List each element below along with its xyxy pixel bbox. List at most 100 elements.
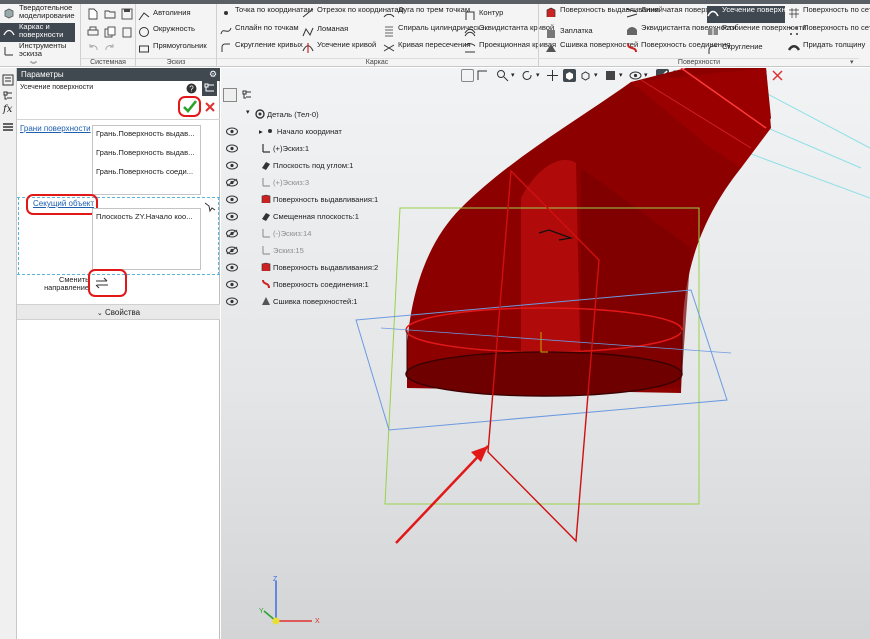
apply-check-icon[interactable] <box>182 99 197 114</box>
tree-item-label: (+)Эскиз:1 <box>273 144 310 153</box>
group-dropdown-icon[interactable]: ▾ <box>850 58 854 66</box>
faces-list-item[interactable]: Грань.Поверхность выдав... <box>93 126 200 145</box>
paste-icon[interactable] <box>121 26 133 38</box>
tree-expand-icon[interactable]: ▾ <box>246 108 250 116</box>
extrude-surface-icon <box>546 7 556 17</box>
patch-icon <box>547 30 555 38</box>
tree-item[interactable]: ▸ Начало координат <box>259 125 342 138</box>
parameters-icon[interactable] <box>2 74 14 86</box>
faces-list-item[interactable]: Грань.Поверхность соеди... <box>93 164 200 183</box>
faces-link[interactable]: Грани поверхности <box>20 124 91 133</box>
arc-three-points-button[interactable]: Дуга по трем точкам <box>383 6 470 20</box>
autoline-button[interactable]: Автолиния <box>138 9 191 23</box>
tree-item[interactable]: Эскиз:15 <box>261 244 304 257</box>
sketch-icon <box>262 144 270 153</box>
cutter-list-item[interactable]: Плоскость ZY.Начало коо... <box>93 209 200 228</box>
curve-net-icon <box>789 8 799 18</box>
cutter-list[interactable]: Плоскость ZY.Начало коо... <box>92 208 201 270</box>
faces-list-item[interactable]: Грань.Поверхность выдав... <box>93 145 200 164</box>
tree-item[interactable]: Смещенная плоскость:1 <box>261 210 359 223</box>
variables-icon[interactable]: fx <box>3 104 12 115</box>
save-icon[interactable] <box>121 8 133 20</box>
tree-view-icon[interactable] <box>202 81 217 96</box>
rectangle-icon <box>139 45 149 53</box>
cutter-link[interactable]: Секущий объект <box>33 199 94 208</box>
faces-list[interactable]: Грань.Поверхность выдав... Грань.Поверхн… <box>92 125 201 195</box>
intersection-curve-icon <box>383 44 395 52</box>
intersection-curve-label: Кривая пересечения <box>398 40 471 49</box>
surface-by-point-net-button[interactable]: Поверхность по сети точек <box>788 24 870 38</box>
tree-item[interactable]: (-)Эскиз:14 <box>261 227 311 240</box>
trim-surface-button[interactable]: Усечение поверхности <box>707 6 801 23</box>
curve-fillet-button[interactable]: Скругление кривых <box>220 41 303 55</box>
open-folder-icon[interactable] <box>104 8 116 20</box>
point-by-coords-button[interactable]: Точка по координатам <box>220 6 313 20</box>
trim-curve-button[interactable]: Усечение кривой <box>302 41 376 55</box>
contour-button[interactable]: Контур <box>464 9 503 23</box>
gear-icon[interactable]: ⚙ <box>209 69 217 80</box>
polyline-button[interactable]: Ломаная <box>302 25 348 39</box>
patch-label: Заплатка <box>560 26 593 35</box>
stitch-icon <box>546 44 556 52</box>
mode-surfaces[interactable]: Каркас и поверхности <box>0 23 75 42</box>
properties-section[interactable]: ⌄ Свойства <box>17 304 220 320</box>
visibility-eye-icon[interactable] <box>226 161 238 170</box>
tree-item[interactable]: (+)Эскиз:1 <box>261 142 309 155</box>
tree-structure-icon[interactable] <box>241 89 253 101</box>
circle-button[interactable]: Окружность <box>138 25 195 39</box>
stitch-surfaces-button[interactable]: Сшивка поверхностей <box>545 41 638 55</box>
tree-item[interactable]: Поверхность соединения:1 <box>261 278 369 291</box>
visibility-eye-icon[interactable] <box>226 297 238 306</box>
print-icon[interactable] <box>87 26 99 38</box>
visibility-eye-icon[interactable] <box>226 127 238 136</box>
patch-button[interactable]: Заплатка <box>545 27 593 41</box>
tree-item[interactable]: Поверхность выдавливания:2 <box>261 261 378 274</box>
fillet-button[interactable]: Скругление <box>707 43 763 57</box>
layers-icon[interactable] <box>2 121 14 133</box>
visibility-eye-icon[interactable] <box>226 229 238 238</box>
mode-sketch-tools[interactable]: Инструменты эскиза <box>0 42 75 61</box>
visibility-eye-icon[interactable] <box>226 246 238 255</box>
new-file-icon[interactable] <box>87 8 99 20</box>
fillet-label: Скругление <box>722 42 763 51</box>
segment-icon <box>302 8 314 18</box>
visibility-eye-icon[interactable] <box>226 263 238 272</box>
tree-item[interactable]: (+)Эскиз:3 <box>261 176 309 189</box>
cancel-icon[interactable] <box>204 101 216 113</box>
model-viewport[interactable]: ▾ ▾ ▾ ▾ ▾ ▾ ▾ Деталь (Тел-0) <box>221 68 870 639</box>
visibility-eye-icon[interactable] <box>226 178 238 187</box>
help-icon[interactable]: ? <box>186 83 197 94</box>
arc-icon <box>383 13 395 18</box>
mode-sketch-tools-label: Инструменты эскиза <box>19 41 67 58</box>
redo-icon[interactable] <box>104 42 116 54</box>
visibility-eye-icon[interactable] <box>226 280 238 289</box>
mode-solid[interactable]: Твердотельное моделирование <box>0 4 75 23</box>
group-system-label: Системная <box>81 58 135 67</box>
helix-icon <box>385 26 393 37</box>
visibility-eye-icon[interactable] <box>226 144 238 153</box>
parameters-panel: Параметры ⚙ Усечение поверхности ? Грани… <box>17 68 220 639</box>
thicken-button[interactable]: Придать толщину <box>788 41 865 55</box>
rectangle-button[interactable]: Прямоугольник <box>138 42 207 56</box>
copy-icon[interactable] <box>104 26 116 38</box>
tree-item[interactable]: Сшивка поверхностей:1 <box>261 295 358 308</box>
tree-icon[interactable] <box>2 90 14 102</box>
projection-curve-button[interactable]: Проекционная кривая <box>464 41 556 55</box>
curve-offset-button[interactable]: Эквидистанта кривой <box>464 24 554 38</box>
extrude-surface-icon <box>261 194 271 203</box>
tree-item[interactable]: Поверхность выдавливания:1 <box>261 193 378 206</box>
visibility-eye-icon[interactable] <box>226 195 238 204</box>
fillet-icon <box>708 45 717 54</box>
intersection-curve-button[interactable]: Кривая пересечения <box>383 41 471 55</box>
tree-item[interactable]: Плоскость под углом:1 <box>261 159 353 172</box>
filter-select-icon[interactable] <box>204 201 216 213</box>
model-geometry[interactable] <box>221 68 870 639</box>
tree-item-label: Начало координат <box>276 127 342 136</box>
swap-direction-icon[interactable] <box>95 277 109 289</box>
surface-by-curve-net-button[interactable]: Поверхность по сети кривых <box>788 6 870 20</box>
visibility-eye-icon[interactable] <box>226 212 238 221</box>
tree-toggle-icon[interactable] <box>223 88 237 102</box>
tree-root[interactable]: Деталь (Тел-0) <box>255 108 319 121</box>
spline-by-points-button[interactable]: Сплайн по точкам <box>220 24 299 38</box>
undo-icon[interactable] <box>87 42 99 54</box>
